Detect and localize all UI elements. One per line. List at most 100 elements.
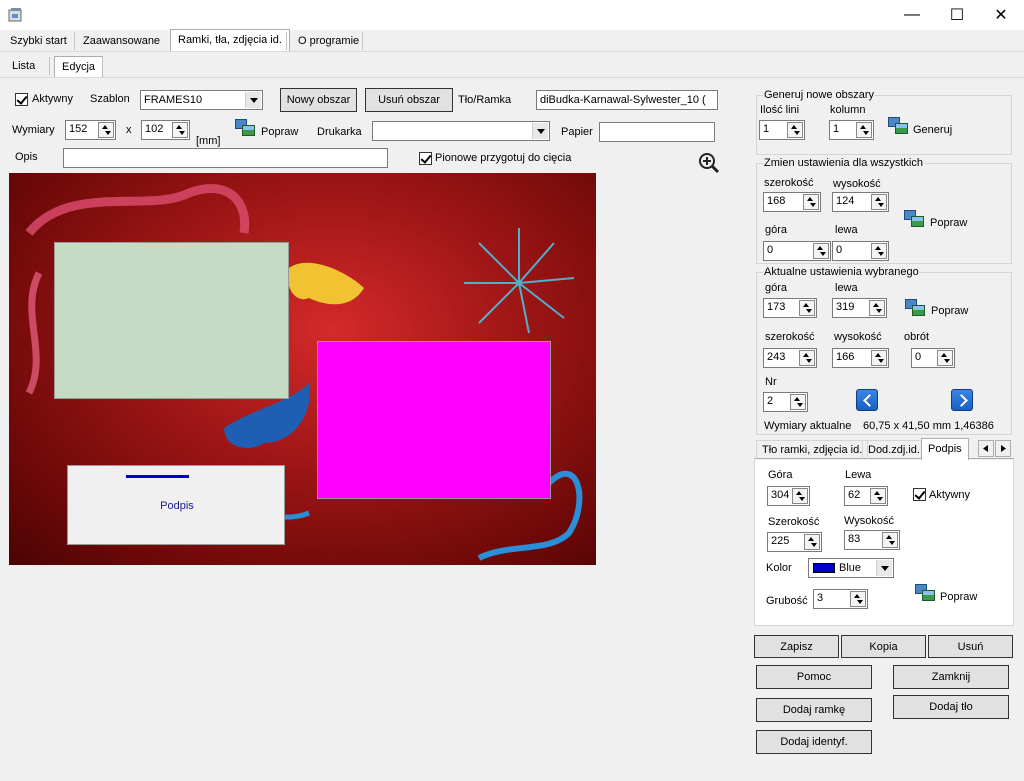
tab-scroll-left[interactable] — [978, 440, 994, 457]
maximize-icon: ☐ — [949, 7, 965, 24]
kopia-button[interactable]: Kopia — [841, 635, 926, 658]
zmien-szerokosc-stepper[interactable]: 168 — [763, 192, 821, 212]
frame-canvas[interactable]: Podpis — [9, 173, 596, 565]
popraw-label[interactable]: Popraw — [261, 126, 298, 138]
dodaj-identyf-button[interactable]: Dodaj identyf. — [756, 730, 872, 754]
spin-arrows-icon[interactable] — [850, 591, 866, 607]
previous-arrow-icon[interactable] — [856, 389, 878, 411]
podpis-lewa-stepper[interactable]: 62 — [844, 486, 888, 506]
spin-arrows-icon[interactable] — [98, 122, 114, 138]
grubosc-label: Grubość — [766, 595, 808, 607]
spin-arrows-icon[interactable] — [869, 300, 885, 316]
next-arrow-icon[interactable] — [951, 389, 973, 411]
tab-o-programie[interactable]: O programie — [290, 30, 367, 52]
spin-arrows-icon[interactable] — [790, 394, 806, 410]
tab-zaawansowane[interactable]: Zaawansowane — [75, 30, 168, 52]
obrot-stepper[interactable]: 0 — [911, 348, 955, 368]
image-icon[interactable] — [235, 119, 255, 137]
aktualne-popraw-button[interactable]: Popraw — [931, 305, 968, 317]
zmien-wysokosc-value: 124 — [836, 195, 855, 207]
tab-podpis[interactable]: Podpis — [921, 438, 969, 460]
ilosc-lini-stepper[interactable]: 1 — [759, 120, 805, 140]
tab-tlo-ramki[interactable]: Tło ramki, zdjęcia id. — [756, 440, 869, 459]
spin-arrows-icon[interactable] — [799, 300, 815, 316]
tab-ramki[interactable]: Ramki, tła, zdjęcia id. — [170, 29, 290, 51]
aktualne-wysokosc-stepper[interactable]: 166 — [832, 348, 889, 368]
image-icon[interactable] — [905, 299, 925, 317]
generuj-button[interactable]: Generuj — [913, 124, 952, 136]
spin-arrows-icon[interactable] — [856, 122, 872, 138]
kolumn-stepper[interactable]: 1 — [829, 120, 874, 140]
spin-arrows-icon[interactable] — [871, 243, 887, 259]
zmien-szerokosc-value: 168 — [767, 195, 786, 207]
image-icon[interactable] — [915, 584, 935, 602]
drukarka-select[interactable] — [372, 121, 550, 141]
podpis-area[interactable]: Podpis — [67, 465, 285, 545]
nr-stepper[interactable]: 2 — [763, 392, 808, 412]
zmien-gora-stepper[interactable]: 0 — [763, 241, 831, 261]
zmien-lewa-stepper[interactable]: 0 — [832, 241, 889, 261]
spin-arrows-icon[interactable] — [813, 243, 829, 259]
spin-arrows-icon[interactable] — [870, 488, 886, 504]
podpis-gora-stepper[interactable]: 304 — [767, 486, 810, 506]
nowy-obszar-button[interactable]: Nowy obszar — [280, 88, 357, 112]
aktualne-szerokosc-stepper[interactable]: 243 — [763, 348, 817, 368]
kolor-label: Kolor — [766, 562, 792, 574]
zoom-in-icon[interactable] — [698, 152, 720, 174]
tab-scroll-right[interactable] — [995, 440, 1011, 457]
spin-arrows-icon[interactable] — [172, 122, 188, 138]
podpis-aktywny-label: Aktywny — [929, 489, 970, 501]
spin-arrows-icon[interactable] — [871, 194, 887, 210]
podpis-popraw-button[interactable]: Popraw — [940, 591, 977, 603]
maximize-button[interactable]: ☐ — [934, 0, 980, 30]
podpis-gora-value: 304 — [771, 489, 790, 501]
aktywny-checkbox[interactable] — [15, 93, 28, 106]
szablon-select[interactable]: FRAMES10 — [140, 90, 263, 110]
zmien-wysokosc-stepper[interactable]: 124 — [832, 192, 889, 212]
height-stepper[interactable]: 102 — [141, 120, 190, 140]
close-button[interactable]: ✕ — [978, 0, 1024, 30]
image-icon[interactable] — [904, 210, 924, 228]
podpis-wysokosc-stepper[interactable]: 83 — [844, 530, 900, 550]
spin-arrows-icon[interactable] — [804, 534, 820, 550]
szerokosc-label: szerokość — [764, 177, 814, 189]
usun-button[interactable]: Usuń — [928, 635, 1013, 658]
pionowe-checkbox[interactable] — [419, 152, 432, 165]
dodaj-ramke-button[interactable]: Dodaj ramkę — [756, 698, 872, 722]
spin-arrows-icon[interactable] — [882, 532, 898, 548]
aktualne-lewa-stepper[interactable]: 319 — [832, 298, 887, 318]
zmien-popraw-button[interactable]: Popraw — [930, 217, 967, 229]
opis-field[interactable] — [63, 148, 388, 168]
spin-arrows-icon[interactable] — [803, 194, 819, 210]
tlo-ramka-field[interactable]: diBudka-Karnawal-Sylwester_10 ( — [536, 90, 718, 110]
frame-area-2-selected[interactable] — [317, 341, 551, 499]
chevron-right-icon — [1001, 445, 1006, 452]
tab-edycja[interactable]: Edycja — [54, 56, 104, 78]
spin-arrows-icon[interactable] — [792, 488, 808, 504]
spin-arrows-icon[interactable] — [871, 350, 887, 366]
tab-dod-zdj[interactable]: Dod.zdj.id. — [862, 440, 926, 459]
dodaj-tlo-button[interactable]: Dodaj tło — [893, 695, 1009, 719]
spin-arrows-icon[interactable] — [937, 350, 953, 366]
width-stepper[interactable]: 152 — [65, 120, 116, 140]
aktualne-gora-stepper[interactable]: 173 — [763, 298, 817, 318]
tab-szybki-start[interactable]: Szybki start — [2, 30, 75, 52]
image-icon[interactable] — [888, 117, 908, 135]
spin-arrows-icon[interactable] — [799, 350, 815, 366]
spin-arrows-icon[interactable] — [787, 122, 803, 138]
usun-obszar-button[interactable]: Usuń obszar — [365, 88, 453, 112]
kolor-select[interactable]: Blue — [808, 558, 894, 578]
zapisz-button[interactable]: Zapisz — [754, 635, 839, 658]
pomoc-button[interactable]: Pomoc — [756, 665, 872, 689]
grubosc-stepper[interactable]: 3 — [813, 589, 868, 609]
tab-lista[interactable]: Lista — [4, 55, 43, 77]
minimize-button[interactable]: — — [889, 0, 935, 30]
aktualne-title: Aktualne ustawienia wybranego — [763, 266, 920, 278]
papier-field[interactable] — [599, 122, 715, 142]
frame-area-1[interactable] — [54, 242, 289, 399]
zamknij-button[interactable]: Zamknij — [893, 665, 1009, 689]
podpis-szerokosc-stepper[interactable]: 225 — [767, 532, 822, 552]
nr-label: Nr — [765, 376, 777, 388]
podpis-aktywny-checkbox[interactable] — [913, 488, 926, 501]
podpis-szerokosc-value: 225 — [771, 535, 790, 547]
